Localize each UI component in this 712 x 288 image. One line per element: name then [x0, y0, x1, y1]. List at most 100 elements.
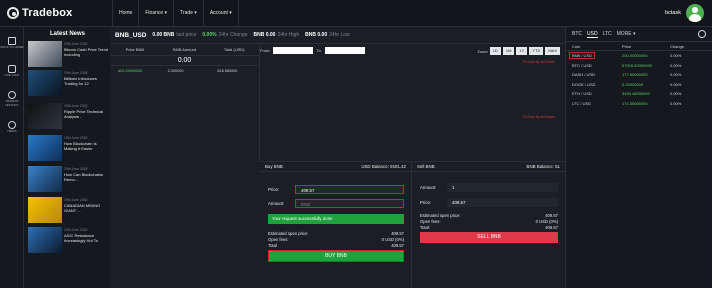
market-coin[interactable]: BNB / USD — [569, 52, 596, 60]
news-headline[interactable]: Bitfinex Introduces Trading for 12 — [64, 76, 110, 86]
low-value: BNB 0.00 — [305, 32, 328, 38]
market-row[interactable]: DASH / USD 177.60000000 0.00% — [566, 70, 712, 80]
total-label: Total — [268, 243, 277, 248]
sidebar-label: TRADING HISTORY — [5, 99, 19, 107]
market-coin[interactable]: LTC / USD — [566, 101, 616, 106]
sidebar-item-trading-history[interactable]: TRADING HISTORY — [0, 87, 24, 111]
market-coin[interactable]: DOGE / USD — [566, 82, 616, 87]
buy-price-label: Price: — [268, 186, 280, 192]
nav-home[interactable]: Home — [112, 0, 138, 27]
sidebar-label: NEWS — [7, 128, 17, 133]
tab-btc[interactable]: BTC — [572, 31, 582, 37]
buy-amount-input[interactable]: BNB — [295, 198, 404, 208]
chart-credit: JS chart by amCharts — [522, 115, 555, 119]
news-thumbnail[interactable] — [28, 227, 62, 253]
news-thumbnail[interactable] — [28, 166, 62, 192]
from-date-input[interactable] — [273, 47, 314, 54]
sell-total-row: Total: 409.57 — [420, 225, 558, 230]
sell-button[interactable]: SELL BNB — [420, 232, 558, 243]
tab-usd[interactable]: USD — [587, 31, 598, 38]
news-headline[interactable]: Bitcoin Cash Price Trend Including — [64, 47, 110, 57]
buy-total-row: Total 409.57 — [268, 243, 404, 248]
sidebar-item-news[interactable]: NEWS — [0, 115, 24, 139]
news-item[interactable]: 19th June 2018 Bitcoin Cash Price Trend … — [28, 41, 108, 69]
sell-price-input[interactable]: 409.57 — [447, 197, 558, 207]
news-date: 19th June 2018 — [64, 71, 88, 75]
nav-trade[interactable]: Trade ▾ — [173, 0, 203, 27]
nav-account[interactable]: Account ▾ — [202, 0, 239, 27]
news-item[interactable]: 19th June 2018 CANADIAN MINING GIANT ... — [28, 197, 108, 225]
news-headline[interactable]: How Can Blockchains Remo... — [64, 172, 110, 182]
to-date-input[interactable] — [324, 47, 365, 54]
news-item[interactable]: 19th June 2018 How Can Blockchains Remo.… — [28, 166, 108, 194]
news-date: 19th June 2018 — [64, 198, 88, 202]
news-thumbnail[interactable] — [28, 103, 62, 129]
news-panel: Latest News 19th June 2018 Bitcoin Cash … — [24, 27, 110, 288]
market-row[interactable]: BTC / USD 57000.52000000 0.00% — [566, 61, 712, 71]
col-price: Price BNB — [125, 47, 145, 52]
to-label: To: — [316, 48, 322, 53]
news-headline[interactable]: How Blockchain Is Making It Easier — [64, 141, 110, 151]
user-menu[interactable]: bctask — [665, 4, 704, 22]
news-headline[interactable]: ASIC Resistance Increasingly Hot To — [64, 233, 110, 243]
news-thumbnail[interactable] — [28, 197, 62, 223]
order-total: 818.580000 — [217, 68, 238, 73]
avatar[interactable] — [686, 4, 704, 22]
news-item[interactable]: 19th June 2018 ASIC Resistance Increasin… — [28, 227, 108, 255]
sell-header: Sell BNB BNB Balance: 51 — [412, 162, 565, 172]
sell-est-row: Estimated open price: 409.57 — [420, 213, 558, 218]
fees-label: Open fees: — [268, 237, 289, 242]
sell-price-field: Price: 409.57 — [420, 197, 558, 207]
username[interactable]: bctask — [665, 10, 681, 16]
buy-price-field: Price: 409.57 — [268, 184, 404, 194]
news-thumbnail[interactable] — [28, 70, 62, 96]
zoom-1d-button[interactable]: 1D — [489, 47, 501, 55]
zoom-1y-button[interactable]: 1Y — [516, 47, 528, 55]
tab-more[interactable]: MORE ▾ — [617, 31, 636, 37]
date-range: From: To: — [260, 47, 368, 54]
market-coin[interactable]: DASH / USD — [566, 72, 616, 77]
tab-ltc[interactable]: LTC — [603, 31, 612, 37]
globe-icon — [8, 120, 16, 129]
market-row[interactable]: ETH / USD 3490.48000000 0.00% — [566, 89, 712, 99]
order-row[interactable]: 409.29000000 2.000000 818.580000 — [110, 66, 259, 75]
mid-price: 0.00 — [110, 56, 259, 66]
nav-finance[interactable]: Finance ▾ — [138, 0, 173, 27]
search-icon[interactable] — [698, 30, 706, 38]
buy-price-input[interactable]: 409.57 — [295, 184, 404, 194]
news-item[interactable]: 19th June 2018 How Blockchain Is Making … — [28, 135, 108, 163]
news-title: Latest News — [50, 31, 86, 37]
news-date: 19th June 2018 — [64, 167, 88, 171]
brand-name: Tradebox — [22, 7, 73, 19]
market-price: 200.00000000 — [622, 53, 648, 59]
news-thumbnail[interactable] — [28, 135, 62, 161]
market-row[interactable]: DOGE / USD 0.22020000 0.00% — [566, 80, 712, 90]
news-date: 19th June 2018 — [64, 136, 88, 140]
sidebar-item-home[interactable]: BACK TO HOME — [0, 31, 24, 55]
last-price-value: 0.00 BNB — [152, 32, 175, 38]
buy-button[interactable]: BUY BNB — [268, 250, 404, 262]
brand-logo[interactable]: Tradebox — [7, 7, 73, 19]
sell-amount-input[interactable]: 1 — [447, 182, 558, 192]
buy-est-row: Estimated open price: 409.57 — [268, 231, 404, 236]
col-change: Change — [670, 43, 685, 49]
news-headline[interactable]: CANADIAN MINING GIANT ... — [64, 203, 110, 213]
market-coin[interactable]: BTC / USD — [566, 63, 616, 68]
est-label: Estimated open price: — [268, 231, 309, 236]
est-label: Estimated open price: — [420, 213, 461, 218]
market-row[interactable]: LTC / USD 174.35000000 0.00% — [566, 99, 712, 109]
news-item[interactable]: 19th June 2018 Ripple Price Technical An… — [28, 103, 108, 131]
sidebar-label: BACK TO HOME — [0, 44, 24, 49]
market-row[interactable]: BNB / USD 200.00000000 0.00% — [566, 51, 712, 61]
news-headline[interactable]: Ripple Price Technical Analysis - — [64, 109, 110, 119]
zoom-ytd-button[interactable]: YTD — [529, 47, 544, 55]
ticker-bar: BNB_USD 0.00 BNB last price 0.00% 24hr C… — [110, 27, 565, 44]
zoom-1m-button[interactable]: 1M — [502, 47, 515, 55]
sidebar-item-live-chat[interactable]: LIVE CHAT — [0, 59, 24, 83]
news-thumbnail[interactable] — [28, 41, 62, 67]
zoom-max-button[interactable]: MAX — [545, 47, 560, 55]
market-coin[interactable]: ETH / USD — [566, 91, 616, 96]
fees-value: 0 USD (0%) — [381, 237, 404, 242]
news-item[interactable]: 19th June 2018 Bitfinex Introduces Tradi… — [28, 70, 108, 98]
zoom-label: Zoom — [477, 48, 488, 54]
